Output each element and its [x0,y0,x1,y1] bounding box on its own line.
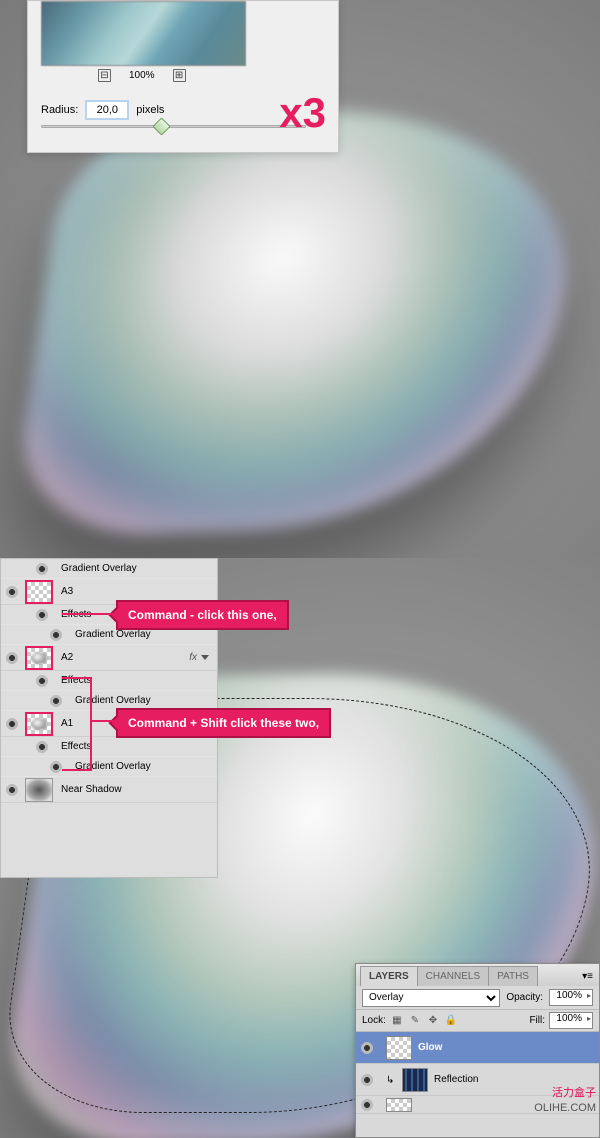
layer-thumbnail-nearshadow[interactable] [25,778,53,802]
zoom-percent: 100% [129,70,155,81]
tab-channels[interactable]: CHANNELS [417,966,489,986]
bottom-screenshot: Gradient Overlay A3 Effects Gradient Ove… [0,558,600,1138]
fx-indicator[interactable]: fx [189,652,209,663]
visibility-icon[interactable] [35,562,49,576]
connector-line [90,720,116,722]
effects-label: Effects [61,741,91,752]
x3-annotation: x3 [279,89,326,137]
fill-input[interactable]: 100% [549,1012,593,1029]
callout-command-shift-click: Command + Shift click these two, [116,708,331,738]
callout-command-click: Command - click this one, [116,600,289,630]
lock-move-icon[interactable]: ✥ [426,1014,440,1028]
radius-slider[interactable] [41,125,306,128]
layer-label: Near Shadow [61,784,122,795]
effects-row[interactable]: Effects [1,671,217,691]
opacity-label: Opacity: [506,992,543,1003]
layer-thumbnail-a1[interactable] [25,712,53,736]
fill-label: Fill: [529,1015,545,1026]
layer-thumbnail-a3[interactable] [25,580,53,604]
watermark: 活力盒子 [552,1084,596,1100]
connector-line [62,677,90,679]
callout-text: Command + Shift click these two, [128,716,319,730]
visibility-icon[interactable] [49,628,63,642]
watermark-domain: OLIHE.COM [534,1102,596,1114]
zoom-controls: ⊟ 100% ⊞ [98,69,186,82]
lock-brush-icon[interactable]: ✎ [408,1014,422,1028]
palette-tabs: LAYERS CHANNELS PATHS ▾≡ [356,964,599,986]
lock-transparency-icon[interactable]: ▦ [390,1014,404,1028]
layer-label: A2 [61,652,73,663]
blend-opacity-row: Overlay Opacity: 100% [356,986,599,1010]
chevron-down-icon [201,655,209,660]
radius-row: Radius: pixels [41,101,164,119]
radius-unit: pixels [136,104,164,116]
visibility-icon[interactable] [49,694,63,708]
slider-thumb[interactable] [152,117,170,135]
layer-thumbnail[interactable] [402,1068,428,1092]
palette-menu-icon[interactable]: ▾≡ [576,967,599,986]
layer-label: A1 [61,718,73,729]
layer-label: Glow [418,1042,442,1053]
visibility-icon[interactable] [360,1073,374,1087]
layer-thumbnail[interactable] [386,1036,412,1060]
visibility-icon[interactable] [5,585,19,599]
visibility-icon[interactable] [49,760,63,774]
visibility-icon[interactable] [5,651,19,665]
layer-near-shadow[interactable]: Near Shadow [1,777,217,803]
lock-fill-row: Lock: ▦ ✎ ✥ 🔒 Fill: 100% [356,1010,599,1032]
connector-line [90,677,92,771]
effect-row[interactable]: Gradient Overlay [1,559,217,579]
visibility-icon[interactable] [360,1098,374,1112]
layer-label: A3 [61,586,73,597]
lock-all-icon[interactable]: 🔒 [444,1014,458,1028]
visibility-icon[interactable] [360,1041,374,1055]
visibility-icon[interactable] [5,783,19,797]
layer-a2[interactable]: A2 fx [1,645,217,671]
connector-line [62,769,90,771]
tab-layers[interactable]: LAYERS [360,966,418,986]
slider-track [41,125,306,128]
glass-render [9,101,591,539]
layer-thumbnail-a2[interactable] [25,646,53,670]
effect-label: Gradient Overlay [75,695,151,706]
watermark-dom: OLIHE.COM [534,1102,596,1114]
rendered-d-shape [40,110,560,530]
blend-mode-select[interactable]: Overlay [362,989,500,1007]
lock-label: Lock: [362,1015,386,1026]
tab-paths[interactable]: PATHS [488,966,538,986]
effect-label: Gradient Overlay [61,563,137,574]
layer-glow[interactable]: Glow [356,1032,599,1064]
top-screenshot: ⊟ 100% ⊞ Radius: pixels x3 [0,0,600,558]
visibility-icon[interactable] [35,740,49,754]
visibility-icon[interactable] [35,674,49,688]
connector-line [62,613,116,615]
blur-preview [41,1,246,66]
clip-indicator-icon: ↳ [386,1075,396,1085]
layer-thumbnail[interactable] [386,1098,412,1112]
visibility-icon[interactable] [5,717,19,731]
visibility-icon[interactable] [35,608,49,622]
layer-label: Reflection [434,1074,478,1085]
radius-label: Radius: [41,104,78,116]
watermark-cn: 活力盒子 [552,1087,596,1099]
zoom-in-button[interactable]: ⊞ [173,69,186,82]
zoom-out-button[interactable]: ⊟ [98,69,111,82]
effect-label: Gradient Overlay [75,629,151,640]
effect-row[interactable]: Gradient Overlay [1,757,217,777]
opacity-input[interactable]: 100% [549,989,593,1006]
gaussian-blur-panel: ⊟ 100% ⊞ Radius: pixels x3 [27,0,339,153]
radius-input[interactable] [86,101,128,119]
callout-text: Command - click this one, [128,608,277,622]
effects-row[interactable]: Effects [1,737,217,757]
